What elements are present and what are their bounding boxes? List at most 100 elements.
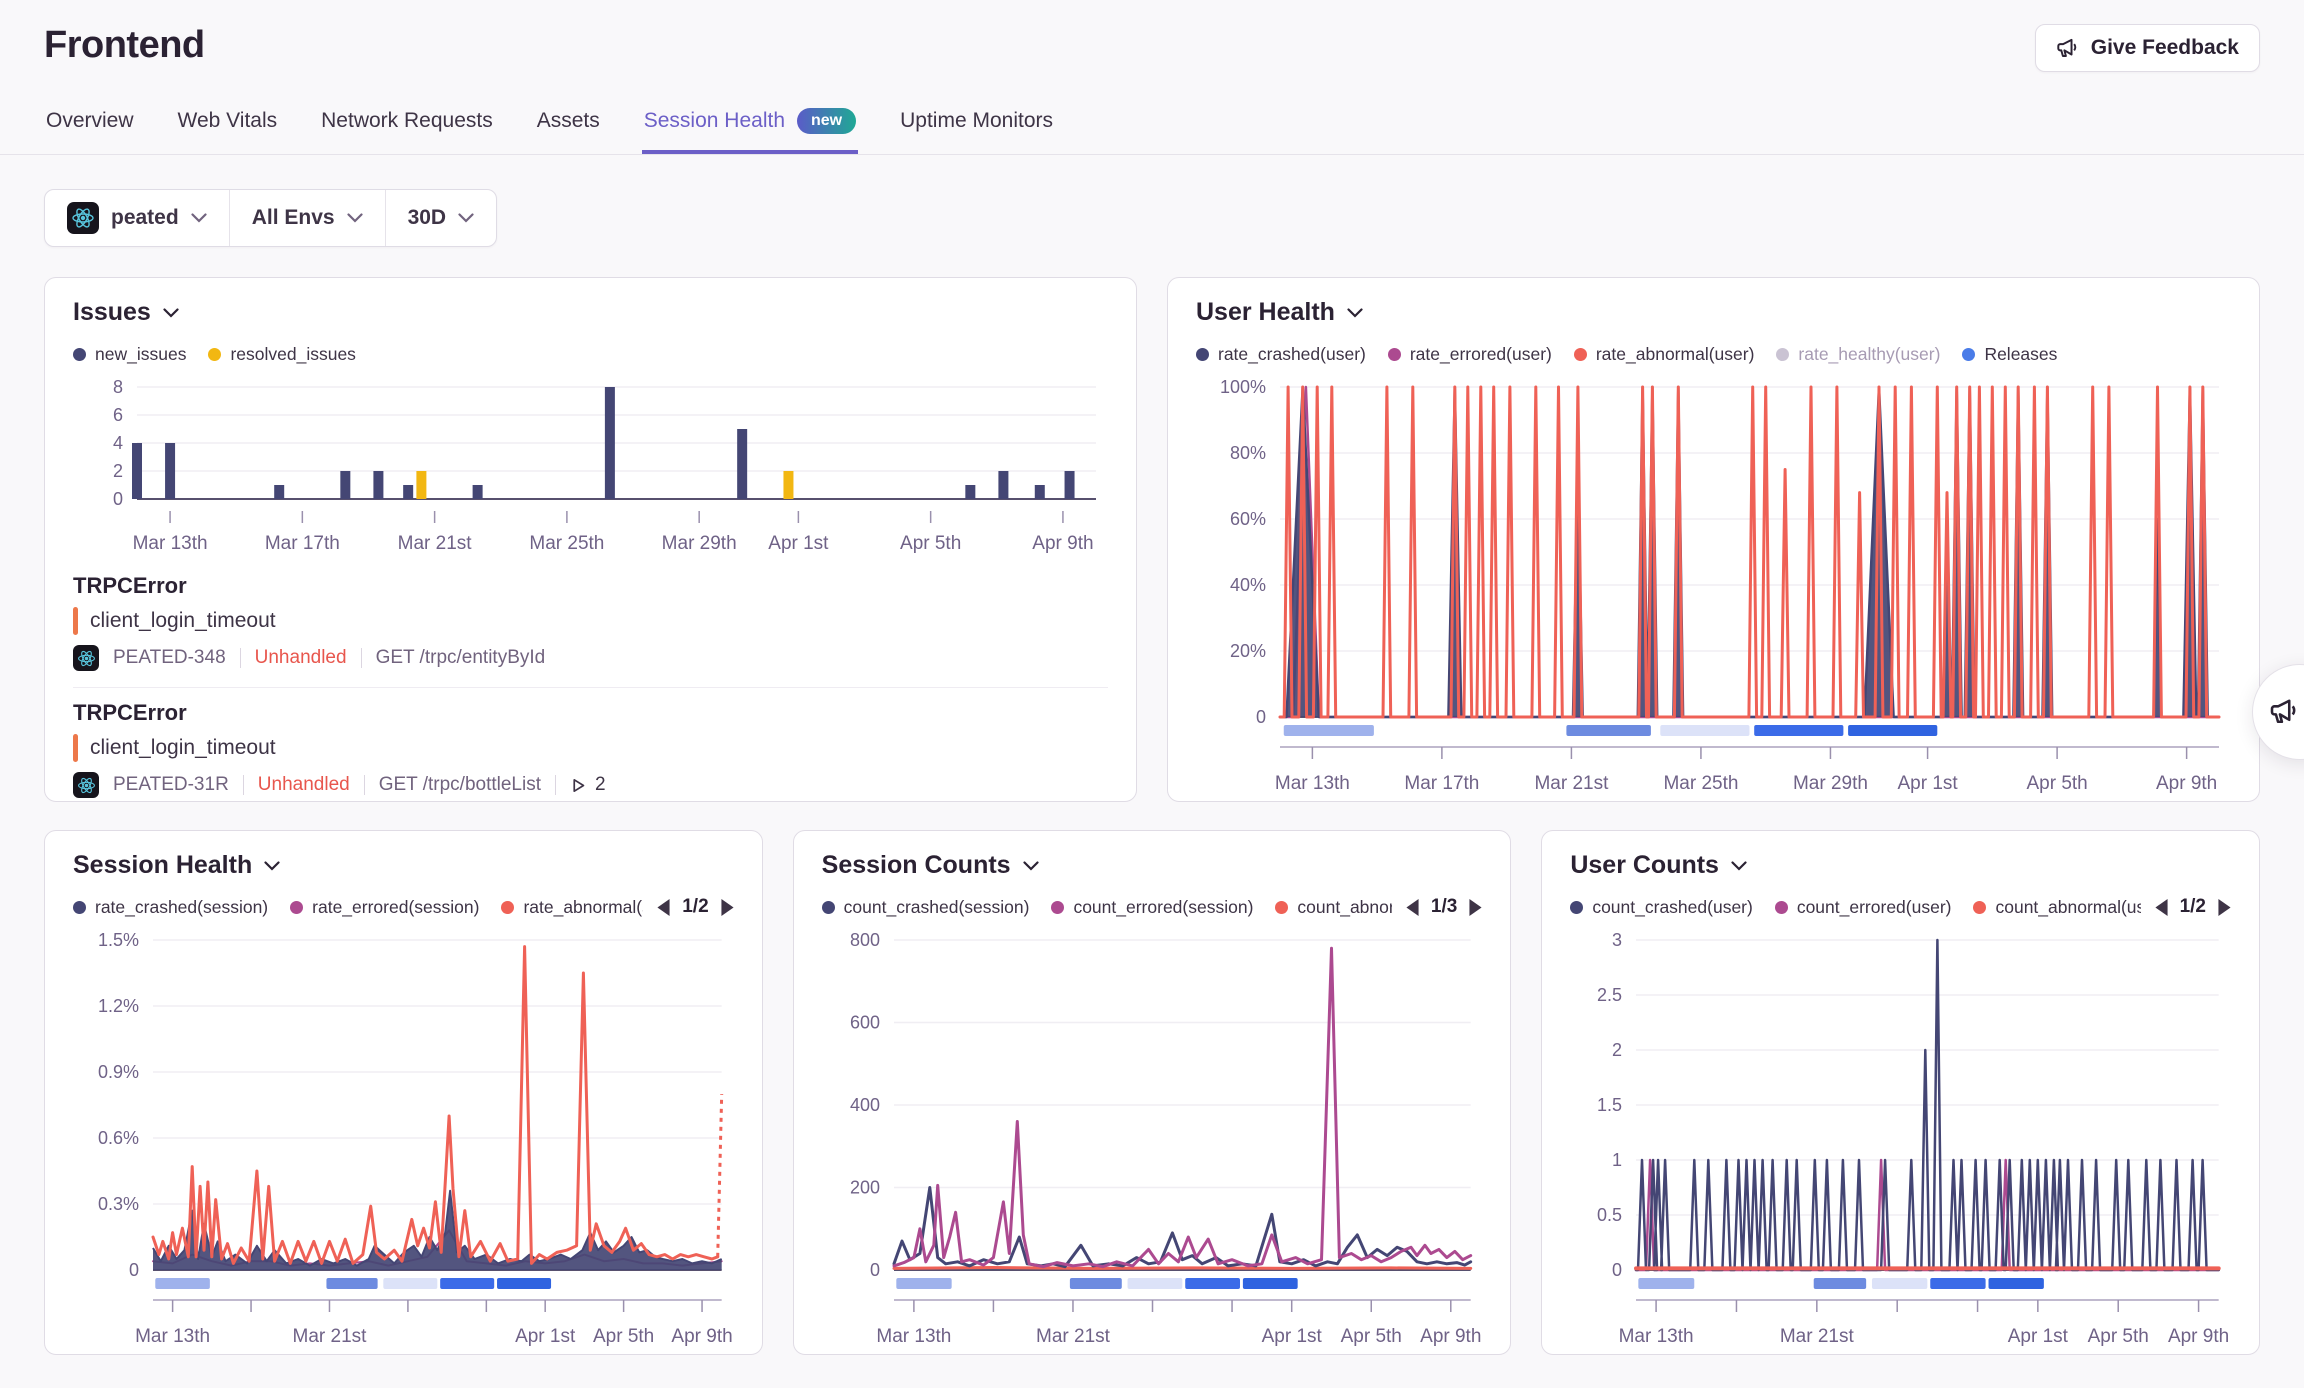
session-counts-panel-title-dropdown[interactable]: Session Counts <box>822 851 1483 880</box>
pager-prev-icon[interactable] <box>657 899 670 916</box>
user-health-line-chart[interactable]: 020%40%60%80%100%Mar 13thMar 17thMar 21s… <box>1196 373 2231 801</box>
chevron-down-icon <box>163 308 179 318</box>
pager-label: 1/2 <box>2180 896 2206 918</box>
issue-row[interactable]: TRPCError client_login_timeout PEATED-31… <box>73 688 1108 802</box>
tab-network-requests[interactable]: Network Requests <box>319 98 495 154</box>
pager-prev-icon[interactable] <box>2155 899 2168 916</box>
series-color-dot <box>1962 348 1975 361</box>
issue-row[interactable]: TRPCError client_login_timeout PEATED-34… <box>73 561 1108 688</box>
svg-text:0: 0 <box>113 489 123 509</box>
chevron-down-icon <box>1731 861 1747 871</box>
svg-text:60%: 60% <box>1230 509 1266 529</box>
svg-text:Mar 13th: Mar 13th <box>1275 773 1350 794</box>
series-color-dot <box>1775 901 1788 914</box>
user-health-panel: User Health rate_crashed(user) rate_erro… <box>1167 277 2260 802</box>
issues-panel-title-dropdown[interactable]: Issues <box>73 298 1108 327</box>
svg-text:Mar 21st: Mar 21st <box>398 533 473 554</box>
legend-item-rate-errored-user[interactable]: rate_errored(user) <box>1388 344 1552 365</box>
svg-text:3: 3 <box>1612 930 1622 950</box>
panel-title: Session Health <box>73 851 252 880</box>
series-color-dot <box>73 348 86 361</box>
tab-web-vitals[interactable]: Web Vitals <box>176 98 280 154</box>
legend-item-rate-abnormal-session[interactable]: rate_abnormal(session) <box>501 897 643 918</box>
error-level-bar <box>73 607 78 635</box>
session-health-panel-title-dropdown[interactable]: Session Health <box>73 851 734 880</box>
date-range-selector-value: 30D <box>408 206 447 230</box>
legend-item-count-crashed-session[interactable]: count_crashed(session) <box>822 897 1030 918</box>
issues-legend: new_issues resolved_issues <box>73 341 1108 367</box>
svg-text:Mar 17th: Mar 17th <box>265 533 340 554</box>
react-project-icon <box>73 772 99 798</box>
session-health-legend: rate_crashed(session) rate_errored(sessi… <box>73 894 734 920</box>
issue-type: TRPCError <box>73 573 1108 599</box>
issues-panel: Issues new_issues resolved_issues 02468M… <box>44 277 1137 802</box>
svg-text:Apr 1st: Apr 1st <box>515 1326 576 1347</box>
issue-message: client_login_timeout <box>90 736 276 760</box>
series-color-dot <box>822 901 835 914</box>
legend-item-count-errored-user[interactable]: count_errored(user) <box>1775 897 1952 918</box>
legend-item-rate-crashed-user[interactable]: rate_crashed(user) <box>1196 344 1366 365</box>
legend-item-rate-errored-session[interactable]: rate_errored(session) <box>290 897 479 918</box>
environment-selector[interactable]: All Envs <box>229 190 385 246</box>
react-project-icon <box>73 645 99 671</box>
unhandled-tag: Unhandled <box>255 647 347 669</box>
series-color-dot <box>1570 901 1583 914</box>
legend-pager: 1/2 <box>657 896 733 918</box>
date-range-selector[interactable]: 30D <box>385 190 497 246</box>
divider <box>364 775 365 795</box>
pager-next-icon[interactable] <box>1469 899 1482 916</box>
pager-next-icon[interactable] <box>2218 899 2231 916</box>
svg-text:1.5%: 1.5% <box>98 930 139 950</box>
tab-assets[interactable]: Assets <box>535 98 602 154</box>
user-health-panel-title-dropdown[interactable]: User Health <box>1196 298 2231 327</box>
series-color-dot <box>1776 348 1789 361</box>
issues-bar-chart[interactable]: 02468Mar 13thMar 17thMar 21stMar 25thMar… <box>73 373 1108 561</box>
divider <box>240 648 241 668</box>
legend-item-count-errored-session[interactable]: count_errored(session) <box>1051 897 1253 918</box>
legend-item-rate-healthy-user[interactable]: rate_healthy(user) <box>1776 344 1940 365</box>
svg-text:Apr 5th: Apr 5th <box>593 1326 654 1347</box>
error-level-bar <box>73 734 78 762</box>
project-selector[interactable]: peated <box>45 190 229 246</box>
svg-text:100%: 100% <box>1220 377 1266 397</box>
megaphone-icon <box>2056 37 2079 60</box>
svg-text:20%: 20% <box>1230 641 1266 661</box>
unhandled-tag: Unhandled <box>258 774 350 796</box>
svg-text:80%: 80% <box>1230 443 1266 463</box>
replay-count: 2 <box>570 774 606 796</box>
session-counts-legend: count_crashed(session) count_errored(ses… <box>822 894 1483 920</box>
legend-item-count-abnormal-user[interactable]: count_abnormal(user) <box>1973 897 2140 918</box>
play-icon <box>570 777 587 794</box>
issue-transaction: GET /trpc/entityById <box>376 647 546 669</box>
tab-uptime-monitors[interactable]: Uptime Monitors <box>898 98 1055 154</box>
tab-bar: Overview Web Vitals Network Requests Ass… <box>0 98 2304 155</box>
give-feedback-button[interactable]: Give Feedback <box>2035 24 2260 72</box>
pager-prev-icon[interactable] <box>1406 899 1419 916</box>
svg-text:1: 1 <box>1612 1150 1622 1170</box>
legend-item-rate-crashed-session[interactable]: rate_crashed(session) <box>73 897 268 918</box>
pager-label: 1/2 <box>682 896 708 918</box>
page-header: Frontend Give Feedback <box>44 0 2260 72</box>
legend-item-new-issues[interactable]: new_issues <box>73 344 186 365</box>
page-title: Frontend <box>44 24 205 67</box>
svg-text:8: 8 <box>113 377 123 397</box>
user-counts-line-chart[interactable]: 00.511.522.53Mar 13thMar 21stApr 1stApr … <box>1570 926 2231 1354</box>
svg-text:Mar 13th: Mar 13th <box>133 533 208 554</box>
svg-text:0: 0 <box>1612 1260 1622 1280</box>
legend-item-count-crashed-user[interactable]: count_crashed(user) <box>1570 897 1753 918</box>
svg-text:1.2%: 1.2% <box>98 996 139 1016</box>
legend-item-resolved-issues[interactable]: resolved_issues <box>208 344 355 365</box>
pager-label: 1/3 <box>1431 896 1457 918</box>
tab-overview[interactable]: Overview <box>44 98 136 154</box>
pager-next-icon[interactable] <box>721 899 734 916</box>
svg-text:1.5: 1.5 <box>1597 1095 1622 1115</box>
megaphone-icon <box>2269 697 2299 727</box>
session-health-line-chart[interactable]: 00.3%0.6%0.9%1.2%1.5%Mar 13thMar 21stApr… <box>73 926 734 1354</box>
tab-session-health[interactable]: Session Health new <box>642 98 858 154</box>
svg-text:Mar 21st: Mar 21st <box>1036 1326 1111 1347</box>
legend-item-releases[interactable]: Releases <box>1962 344 2057 365</box>
user-counts-panel-title-dropdown[interactable]: User Counts <box>1570 851 2231 880</box>
legend-item-count-abnormal-session[interactable]: count_abnormal(session) <box>1275 897 1392 918</box>
session-counts-line-chart[interactable]: 0200400600800Mar 13thMar 21stApr 1stApr … <box>822 926 1483 1354</box>
legend-item-rate-abnormal-user[interactable]: rate_abnormal(user) <box>1574 344 1755 365</box>
